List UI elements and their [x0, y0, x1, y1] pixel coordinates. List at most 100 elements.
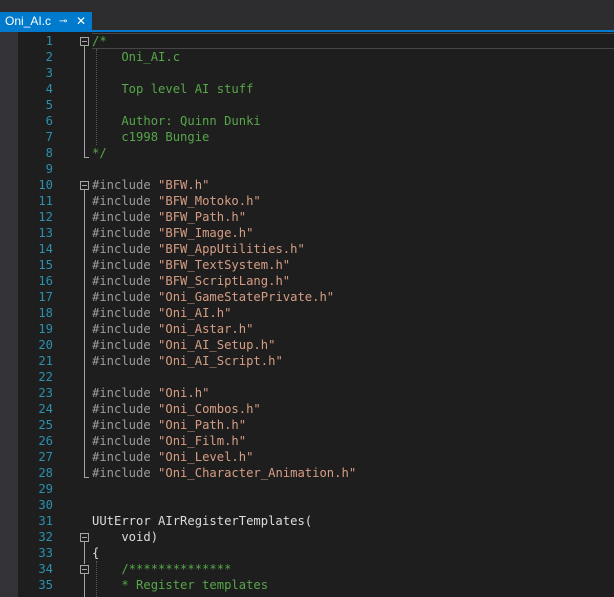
document-tab-bar: Oni_AI.c ⊸ ✕ — [0, 0, 614, 31]
code-text: /************** — [92, 561, 231, 577]
code-text: #include "BFW_Path.h" — [92, 209, 246, 225]
line-number: 34 — [38, 562, 53, 576]
code-line[interactable]: 34 /************** — [0, 561, 614, 577]
line-number: 32 — [38, 530, 53, 544]
code-text: #include "BFW_AppUtilities.h" — [92, 241, 305, 257]
code-token: "Oni_Level.h" — [158, 450, 254, 464]
line-number: 28 — [38, 466, 53, 480]
code-token: "Oni_AI_Setup.h" — [158, 338, 276, 352]
line-number: 31 — [38, 514, 53, 528]
code-text: c1998 Bungie — [92, 129, 209, 145]
code-line[interactable]: 29 — [0, 481, 614, 497]
code-token: #include — [92, 450, 159, 464]
code-line[interactable]: 28 #include "Oni_Character_Animation.h" — [0, 465, 614, 481]
code-line[interactable]: 4 Top level AI stuff — [0, 81, 614, 97]
code-text: Top level AI stuff — [92, 81, 253, 97]
code-text: /* — [92, 33, 107, 49]
code-token: Oni_AI.c — [92, 50, 181, 64]
code-text: #include "BFW.h" — [92, 177, 209, 193]
code-text: * Register templates — [92, 577, 268, 593]
line-number: 21 — [38, 354, 53, 368]
code-text: UUtError AIrRegisterTemplates( — [92, 513, 312, 529]
code-text: Oni_AI.c — [92, 49, 180, 65]
outline-connector — [84, 190, 85, 477]
line-number: 5 — [45, 98, 53, 112]
line-number: 6 — [45, 114, 53, 128]
close-icon[interactable]: ✕ — [76, 12, 86, 31]
code-line[interactable]: 27 #include "Oni_Level.h" — [0, 449, 614, 465]
code-text: #include "BFW_Image.h" — [92, 225, 253, 241]
code-line[interactable]: 14 #include "BFW_AppUtilities.h" — [0, 241, 614, 257]
code-token: "Oni_AI_Script.h" — [158, 354, 283, 368]
line-number: 19 — [38, 322, 53, 336]
outline-connector — [84, 46, 85, 157]
pin-icon[interactable]: ⊸ — [59, 12, 67, 31]
code-line[interactable]: 7 c1998 Bungie — [0, 129, 614, 145]
collapse-region-icon[interactable] — [80, 533, 89, 542]
code-line[interactable]: 12 #include "BFW_Path.h" — [0, 209, 614, 225]
code-text: */ — [92, 145, 107, 161]
code-text: #include "Oni_Astar.h" — [92, 321, 253, 337]
code-token: "BFW_ScriptLang.h" — [158, 274, 291, 288]
code-text: #include "Oni_Level.h" — [92, 449, 253, 465]
code-line[interactable]: 17 #include "Oni_GameStatePrivate.h" — [0, 289, 614, 305]
code-text: { — [92, 545, 99, 561]
document-tab[interactable]: Oni_AI.c ⊸ ✕ — [0, 12, 92, 31]
line-number: 33 — [38, 546, 53, 560]
code-token: "BFW_Path.h" — [158, 210, 247, 224]
code-line[interactable]: 5 — [0, 97, 614, 113]
code-line[interactable]: 10 #include "BFW.h" — [0, 177, 614, 193]
code-token: "BFW_Motoko.h" — [158, 194, 261, 208]
collapse-region-icon[interactable] — [80, 181, 89, 190]
code-line[interactable]: 23 #include "Oni.h" — [0, 385, 614, 401]
code-line[interactable]: 3 — [0, 65, 614, 81]
line-number: 10 — [38, 178, 53, 192]
code-editor[interactable]: 1/* 2 Oni_AI.c 3 4 Top level AI stuff 5 6 Aut… — [0, 32, 614, 597]
code-line[interactable]: 24 #include "Oni_Combos.h" — [0, 401, 614, 417]
code-line[interactable]: 30 — [0, 497, 614, 513]
indent-guide — [96, 49, 97, 145]
code-line[interactable]: 8 */ — [0, 145, 614, 161]
line-number: 7 — [45, 130, 53, 144]
collapse-region-icon[interactable] — [80, 37, 89, 46]
code-line[interactable]: 9 — [0, 161, 614, 177]
line-number: 23 — [38, 386, 53, 400]
line-number: 9 — [45, 162, 53, 176]
code-line[interactable]: 25 #include "Oni_Path.h" — [0, 417, 614, 433]
line-number: 12 — [38, 210, 53, 224]
code-line[interactable]: 21 #include "Oni_AI_Script.h" — [0, 353, 614, 369]
line-number: 4 — [45, 82, 53, 96]
code-token: "Oni_Film.h" — [158, 434, 247, 448]
code-line[interactable]: 20 #include "Oni_AI_Setup.h" — [0, 337, 614, 353]
code-line[interactable]: 6 Author: Quinn Dunki — [0, 113, 614, 129]
code-line[interactable]: 13 #include "BFW_Image.h" — [0, 225, 614, 241]
code-token: #include — [92, 306, 159, 320]
code-text: void) — [92, 529, 158, 545]
indent-guide — [96, 561, 97, 597]
code-token: /* — [92, 34, 107, 48]
line-number: 30 — [38, 498, 53, 512]
code-line[interactable]: 16 #include "BFW_ScriptLang.h" — [0, 273, 614, 289]
line-number: 11 — [38, 194, 53, 208]
code-text: #include "Oni_Path.h" — [92, 417, 246, 433]
code-token: #include — [92, 194, 159, 208]
code-token: #include — [92, 402, 159, 416]
code-token: Top level AI stuff — [92, 82, 254, 96]
code-line[interactable]: 2 Oni_AI.c — [0, 49, 614, 65]
code-line[interactable]: 26 #include "Oni_Film.h" — [0, 433, 614, 449]
code-line[interactable]: 19 #include "Oni_Astar.h" — [0, 321, 614, 337]
code-text: #include "BFW_ScriptLang.h" — [92, 273, 290, 289]
collapse-region-icon[interactable] — [80, 565, 89, 574]
code-line[interactable]: 11 #include "BFW_Motoko.h" — [0, 193, 614, 209]
code-line[interactable]: 31 UUtError AIrRegisterTemplates( — [0, 513, 614, 529]
code-line[interactable]: 32 void) — [0, 529, 614, 545]
code-token: "Oni_Astar.h" — [158, 322, 254, 336]
code-line[interactable]: 18 #include "Oni_AI.h" — [0, 305, 614, 321]
code-line[interactable]: 33 { — [0, 545, 614, 561]
code-line[interactable]: 15 #include "BFW_TextSystem.h" — [0, 257, 614, 273]
code-line[interactable]: 22 — [0, 369, 614, 385]
code-token: #include — [92, 322, 159, 336]
code-line[interactable]: 1 /* — [0, 33, 614, 49]
code-text: #include "Oni_AI.h" — [92, 305, 231, 321]
code-line[interactable]: 35 * Register templates — [0, 577, 614, 593]
